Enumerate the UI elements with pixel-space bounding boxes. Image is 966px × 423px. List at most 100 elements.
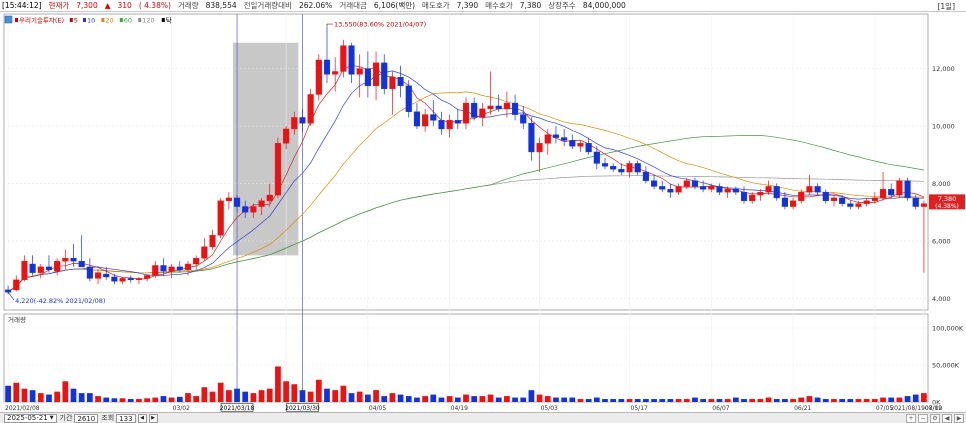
candle [274,137,281,198]
candle-body [601,163,609,167]
candle-body [651,180,658,187]
volume-bar [463,394,469,402]
candle-body [62,258,69,262]
candle-body [266,194,273,201]
candle-body [323,59,331,75]
chevron-down-icon[interactable]: ▼ [50,414,54,422]
volume-bar [315,379,322,402]
volume-bar [618,399,625,402]
volume-bar [430,394,437,402]
candle-body [135,278,142,281]
volume-panel [3,313,929,403]
arrow-right-icon[interactable]: ▶ [148,413,158,423]
candle-body [389,77,396,89]
volume-bar [732,397,739,402]
candle-body [781,197,788,207]
volume-tick-label: 0K [932,399,941,407]
candle-body [577,143,584,147]
period-input[interactable]: 2610 [74,413,99,423]
price-label: 현재가 [48,1,70,10]
candle-body [675,186,682,193]
candle-body [160,265,167,272]
x-tick-label: 05/17 [631,405,648,412]
candle-body [585,143,592,153]
legend-swatch [138,18,142,22]
legend-label: 120 [142,17,154,25]
volume-bar [438,397,445,402]
volume-bar [21,388,28,402]
volume-bar [168,397,175,402]
candle-body [405,85,412,112]
volume-bar [201,387,208,402]
volume-bar [675,399,682,402]
ask-label: 매도호가 [422,1,450,10]
candle-body [356,68,363,75]
candle-body [291,117,298,130]
legend-label: 20 [105,17,113,25]
period-indicator[interactable]: [1일] [937,1,955,12]
volume-bar [291,384,298,402]
candle-body [659,186,666,190]
zoom-in-icon[interactable]: + [906,413,916,423]
volume-bar [504,396,510,402]
scroll-right-icon[interactable]: ▶ [954,413,964,423]
candle-body [569,140,576,147]
ask-value: 7,390 [456,1,479,10]
volume-bar [912,394,919,402]
candle [340,39,347,78]
zoom-out-icon[interactable]: − [918,413,928,423]
chart-legend: 우리기술투자(E) 5 10 20 60 120 탁 [4,16,172,25]
highlight-range [232,42,299,256]
candle-body [749,194,756,201]
candle-body [127,278,134,281]
current-change-tag: (4.38%) [935,203,959,210]
volume-bar [700,399,706,402]
candle-body [871,197,878,201]
volume-bar [847,399,854,402]
candle-body [103,273,110,278]
low-annotation: 4,220(-42.82% 2021/02/08) [15,297,105,305]
candle-body [700,186,707,190]
volume-bar [152,397,159,402]
candle-body [283,128,290,144]
candle-body [479,108,486,118]
volume-bar [790,399,796,402]
date-picker[interactable]: 2025-05-21 ▼ [4,413,57,423]
arrow-left-icon[interactable]: ◀ [137,413,147,423]
legend-swatch [69,18,73,22]
volume-bar [839,399,846,402]
volume-legend: 거래량 [8,315,26,324]
candle-body [847,203,854,207]
candle [405,80,412,118]
volume-bar [741,399,747,402]
volume-bar [414,397,420,402]
price-change: 310 [117,1,132,10]
volume-bar [258,390,265,402]
candle-body [610,166,617,170]
prev-ratio-value: 262.06% [298,1,333,10]
candle-body [798,191,805,201]
candle-body [258,200,265,207]
volume-bar [831,399,837,402]
volume-bar [29,390,36,402]
candle-body [732,189,739,193]
candle-body [430,114,437,121]
legend-swatch [161,18,165,22]
candle-body [233,197,241,207]
volume-bar [193,396,200,402]
stock-chart[interactable]: 12,000 10,000 8,000 6,000 4,000 2021/02/08 03/… [0,12,966,412]
candle-body [217,200,224,236]
settings-icon[interactable]: ⚙ [930,413,940,423]
view-count-input[interactable]: 133 [116,413,136,423]
candle-body [896,180,903,196]
scroll-left-icon[interactable]: ◀ [942,413,952,423]
candle-body [683,180,690,187]
volume-bar [822,399,829,402]
candle-body [552,134,560,138]
volume-bar [127,399,134,402]
shares-value: 84,000,000 [582,1,626,10]
volume-bar [454,397,461,402]
candle-body [708,186,715,190]
candle-body [299,117,306,124]
candle-body [691,180,699,187]
